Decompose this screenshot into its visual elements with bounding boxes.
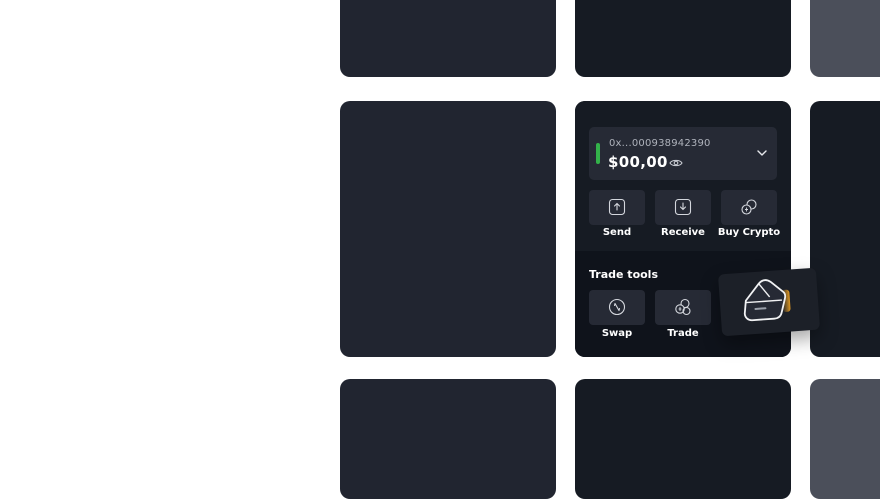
buy-crypto-icon <box>741 199 757 215</box>
account-selector[interactable]: 0x...000938942390 $00,00 <box>589 127 777 180</box>
status-indicator <box>596 143 600 164</box>
trade-button[interactable] <box>655 290 711 325</box>
receive-button[interactable] <box>655 190 711 225</box>
hardware-wallet-card[interactable] <box>717 267 821 337</box>
send-icon <box>608 198 626 216</box>
buy-crypto-label: Buy Crypto <box>717 227 781 238</box>
trade-icon <box>675 298 691 316</box>
hardware-wallet-icon <box>743 279 791 322</box>
tile-top-center <box>575 0 791 77</box>
wallet-address: 0x...000938942390 <box>609 138 711 149</box>
tile-bottom-left <box>340 379 556 499</box>
tile-middle-left <box>340 101 556 357</box>
swap-icon <box>608 298 626 316</box>
trade-label: Trade <box>667 328 699 339</box>
chevron-down-icon[interactable] <box>756 147 768 159</box>
tile-bottom-center <box>575 379 791 499</box>
send-button[interactable] <box>589 190 645 225</box>
buy-crypto-button[interactable] <box>721 190 777 225</box>
receive-icon <box>674 198 692 216</box>
tile-bottom-right <box>810 379 880 499</box>
receive-label: Receive <box>661 227 705 238</box>
swap-button[interactable] <box>589 290 645 325</box>
tile-top-right <box>810 0 880 77</box>
tile-top-left <box>340 0 556 77</box>
swap-label: Swap <box>601 328 633 339</box>
wallet-balance: $00,00 <box>608 153 668 171</box>
tile-middle-right <box>810 101 880 357</box>
eye-icon[interactable] <box>669 156 683 170</box>
trade-tools-title: Trade tools <box>589 268 658 281</box>
send-label: Send <box>602 227 632 238</box>
